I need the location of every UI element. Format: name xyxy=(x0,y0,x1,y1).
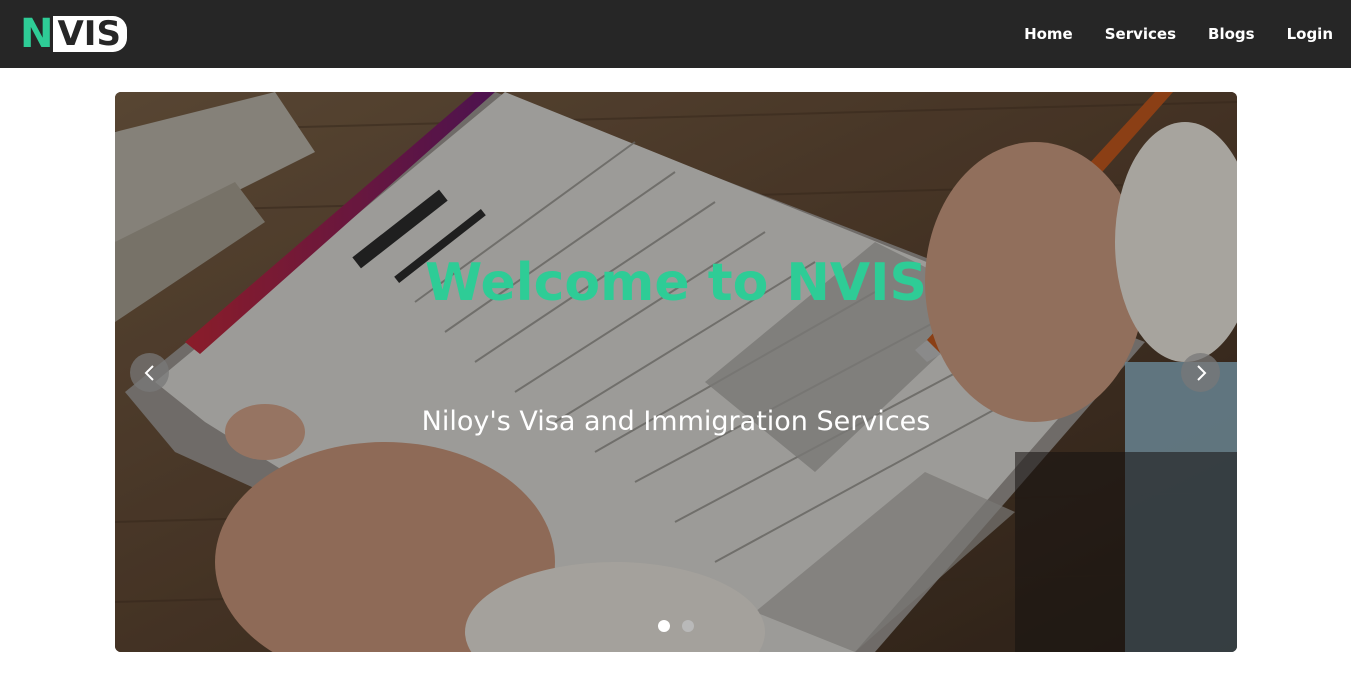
brand-logo[interactable]: N VIS xyxy=(20,14,127,54)
carousel-next-button[interactable] xyxy=(1181,353,1220,392)
hero-title: Welcome to NVIS xyxy=(425,253,927,313)
carousel-prev-button[interactable] xyxy=(130,353,169,392)
chevron-right-icon xyxy=(1196,364,1206,381)
carousel-indicator-1[interactable] xyxy=(658,620,670,632)
brand-logo-text: VIS xyxy=(53,16,127,52)
nav-home-link[interactable]: Home xyxy=(1024,25,1073,43)
hero-carousel: Welcome to NVIS Niloy's Visa and Immigra… xyxy=(115,92,1237,652)
carousel-indicators xyxy=(115,620,1237,632)
hero-subtitle: Niloy's Visa and Immigration Services xyxy=(421,406,931,437)
nav-login-link[interactable]: Login xyxy=(1287,25,1333,43)
carousel-indicator-2[interactable] xyxy=(682,620,694,632)
nav-menu: Home Services Blogs Login xyxy=(1024,25,1333,43)
chevron-left-icon xyxy=(144,364,154,381)
nav-services-link[interactable]: Services xyxy=(1105,25,1176,43)
nav-blogs-link[interactable]: Blogs xyxy=(1208,25,1255,43)
hero-caption: Welcome to NVIS Niloy's Visa and Immigra… xyxy=(115,92,1237,652)
brand-logo-letter: N xyxy=(20,11,53,57)
navbar: N VIS Home Services Blogs Login xyxy=(0,0,1351,68)
